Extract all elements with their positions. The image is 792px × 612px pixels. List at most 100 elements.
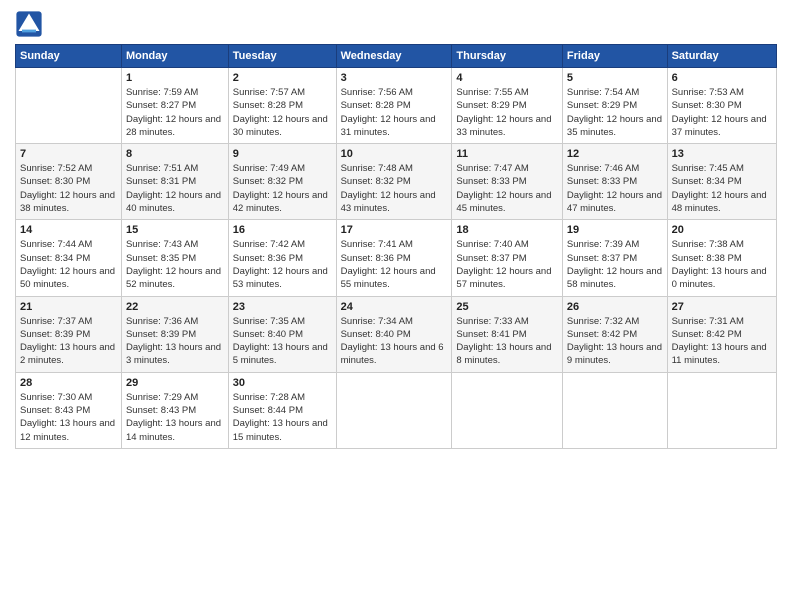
day-content: Sunrise: 7:54 AM Sunset: 8:29 PM Dayligh… <box>567 86 663 139</box>
day-number: 1 <box>126 72 224 84</box>
day-cell: 14 Sunrise: 7:44 AM Sunset: 8:34 PM Dayli… <box>16 220 122 296</box>
day-content: Sunrise: 7:53 AM Sunset: 8:30 PM Dayligh… <box>672 86 772 139</box>
day-number: 17 <box>341 224 448 236</box>
day-content: Sunrise: 7:40 AM Sunset: 8:37 PM Dayligh… <box>456 238 558 291</box>
day-content: Sunrise: 7:46 AM Sunset: 8:33 PM Dayligh… <box>567 162 663 215</box>
day-cell <box>336 372 452 448</box>
day-number: 7 <box>20 148 117 160</box>
day-number: 19 <box>567 224 663 236</box>
day-cell <box>16 68 122 144</box>
header <box>15 10 777 38</box>
day-cell: 28Sunrise: 7:30 AM Sunset: 8:43 PM Dayli… <box>16 372 122 448</box>
day-cell: 29 Sunrise: 7:29 AM Sunset: 8:43 PM Dayli… <box>121 372 228 448</box>
day-number: 20 <box>672 224 772 236</box>
day-cell: 22Sunrise: 7:36 AM Sunset: 8:39 PM Dayli… <box>121 296 228 372</box>
day-cell: 27Sunrise: 7:31 AM Sunset: 8:42 PM Dayli… <box>667 296 776 372</box>
day-number: 26 <box>567 301 663 313</box>
week-row-5: 28Sunrise: 7:30 AM Sunset: 8:43 PM Dayli… <box>16 372 777 448</box>
day-content: Sunrise: 7:37 AM Sunset: 8:39 PM Dayligh… <box>20 315 117 368</box>
day-cell: 18 Sunrise: 7:40 AM Sunset: 8:37 PM Dayli… <box>452 220 563 296</box>
header-cell-tuesday: Tuesday <box>228 45 336 68</box>
day-content: Sunrise: 7:56 AM Sunset: 8:28 PM Dayligh… <box>341 86 448 139</box>
header-cell-thursday: Thursday <box>452 45 563 68</box>
day-cell: 4Sunrise: 7:55 AM Sunset: 8:29 PM Daylig… <box>452 68 563 144</box>
day-number: 5 <box>567 72 663 84</box>
week-row-1: 1 Sunrise: 7:59 AM Sunset: 8:27 PM Daylig… <box>16 68 777 144</box>
day-number: 11 <box>456 148 558 160</box>
day-number: 8 <box>126 148 224 160</box>
day-content: Sunrise: 7:34 AM Sunset: 8:40 PM Dayligh… <box>341 315 448 368</box>
day-number: 15 <box>126 224 224 236</box>
day-number: 27 <box>672 301 772 313</box>
day-content: Sunrise: 7:51 AM Sunset: 8:31 PM Dayligh… <box>126 162 224 215</box>
day-cell: 16 Sunrise: 7:42 AM Sunset: 8:36 PM Dayli… <box>228 220 336 296</box>
day-cell <box>452 372 563 448</box>
day-cell: 13 Sunrise: 7:45 AM Sunset: 8:34 PM Dayli… <box>667 144 776 220</box>
day-content: Sunrise: 7:38 AM Sunset: 8:38 PM Dayligh… <box>672 238 772 291</box>
day-number: 30 <box>233 377 332 389</box>
day-cell: 21 Sunrise: 7:37 AM Sunset: 8:39 PM Dayli… <box>16 296 122 372</box>
day-cell <box>667 372 776 448</box>
header-cell-sunday: Sunday <box>16 45 122 68</box>
day-number: 6 <box>672 72 772 84</box>
day-number: 18 <box>456 224 558 236</box>
day-cell: 5 Sunrise: 7:54 AM Sunset: 8:29 PM Daylig… <box>562 68 667 144</box>
day-cell: 12 Sunrise: 7:46 AM Sunset: 8:33 PM Dayli… <box>562 144 667 220</box>
day-cell: 9 Sunrise: 7:49 AM Sunset: 8:32 PM Daylig… <box>228 144 336 220</box>
day-number: 3 <box>341 72 448 84</box>
day-content: Sunrise: 7:41 AM Sunset: 8:36 PM Dayligh… <box>341 238 448 291</box>
day-cell: 26 Sunrise: 7:32 AM Sunset: 8:42 PM Dayli… <box>562 296 667 372</box>
day-cell: 3 Sunrise: 7:56 AM Sunset: 8:28 PM Daylig… <box>336 68 452 144</box>
page: SundayMondayTuesdayWednesdayThursdayFrid… <box>0 0 792 612</box>
day-cell: 30 Sunrise: 7:28 AM Sunset: 8:44 PM Dayli… <box>228 372 336 448</box>
day-cell: 7 Sunrise: 7:52 AM Sunset: 8:30 PM Daylig… <box>16 144 122 220</box>
header-cell-saturday: Saturday <box>667 45 776 68</box>
day-cell: 2Sunrise: 7:57 AM Sunset: 8:28 PM Daylig… <box>228 68 336 144</box>
day-content: Sunrise: 7:29 AM Sunset: 8:43 PM Dayligh… <box>126 391 224 444</box>
day-content: Sunrise: 7:39 AM Sunset: 8:37 PM Dayligh… <box>567 238 663 291</box>
day-content: Sunrise: 7:28 AM Sunset: 8:44 PM Dayligh… <box>233 391 332 444</box>
day-cell: 6 Sunrise: 7:53 AM Sunset: 8:30 PM Daylig… <box>667 68 776 144</box>
day-cell: 20 Sunrise: 7:38 AM Sunset: 8:38 PM Dayli… <box>667 220 776 296</box>
day-number: 25 <box>456 301 558 313</box>
day-number: 10 <box>341 148 448 160</box>
header-cell-monday: Monday <box>121 45 228 68</box>
week-row-4: 21 Sunrise: 7:37 AM Sunset: 8:39 PM Dayli… <box>16 296 777 372</box>
day-content: Sunrise: 7:43 AM Sunset: 8:35 PM Dayligh… <box>126 238 224 291</box>
day-number: 29 <box>126 377 224 389</box>
header-cell-friday: Friday <box>562 45 667 68</box>
day-cell: 23Sunrise: 7:35 AM Sunset: 8:40 PM Dayli… <box>228 296 336 372</box>
day-content: Sunrise: 7:45 AM Sunset: 8:34 PM Dayligh… <box>672 162 772 215</box>
day-content: Sunrise: 7:49 AM Sunset: 8:32 PM Dayligh… <box>233 162 332 215</box>
day-content: Sunrise: 7:44 AM Sunset: 8:34 PM Dayligh… <box>20 238 117 291</box>
day-number: 2 <box>233 72 332 84</box>
logo <box>15 10 47 38</box>
week-row-3: 14 Sunrise: 7:44 AM Sunset: 8:34 PM Dayli… <box>16 220 777 296</box>
day-cell: 24Sunrise: 7:34 AM Sunset: 8:40 PM Dayli… <box>336 296 452 372</box>
day-content: Sunrise: 7:47 AM Sunset: 8:33 PM Dayligh… <box>456 162 558 215</box>
calendar-table: SundayMondayTuesdayWednesdayThursdayFrid… <box>15 44 777 449</box>
day-number: 16 <box>233 224 332 236</box>
logo-icon <box>15 10 43 38</box>
day-number: 21 <box>20 301 117 313</box>
day-content: Sunrise: 7:48 AM Sunset: 8:32 PM Dayligh… <box>341 162 448 215</box>
day-number: 28 <box>20 377 117 389</box>
day-content: Sunrise: 7:59 AM Sunset: 8:27 PM Dayligh… <box>126 86 224 139</box>
week-row-2: 7 Sunrise: 7:52 AM Sunset: 8:30 PM Daylig… <box>16 144 777 220</box>
day-number: 9 <box>233 148 332 160</box>
day-content: Sunrise: 7:33 AM Sunset: 8:41 PM Dayligh… <box>456 315 558 368</box>
day-content: Sunrise: 7:36 AM Sunset: 8:39 PM Dayligh… <box>126 315 224 368</box>
day-number: 14 <box>20 224 117 236</box>
day-cell: 17 Sunrise: 7:41 AM Sunset: 8:36 PM Dayli… <box>336 220 452 296</box>
day-cell: 19 Sunrise: 7:39 AM Sunset: 8:37 PM Dayli… <box>562 220 667 296</box>
day-content: Sunrise: 7:32 AM Sunset: 8:42 PM Dayligh… <box>567 315 663 368</box>
day-content: Sunrise: 7:35 AM Sunset: 8:40 PM Dayligh… <box>233 315 332 368</box>
day-number: 12 <box>567 148 663 160</box>
day-content: Sunrise: 7:42 AM Sunset: 8:36 PM Dayligh… <box>233 238 332 291</box>
day-cell <box>562 372 667 448</box>
day-cell: 8 Sunrise: 7:51 AM Sunset: 8:31 PM Daylig… <box>121 144 228 220</box>
day-cell: 15 Sunrise: 7:43 AM Sunset: 8:35 PM Dayli… <box>121 220 228 296</box>
day-content: Sunrise: 7:52 AM Sunset: 8:30 PM Dayligh… <box>20 162 117 215</box>
day-number: 13 <box>672 148 772 160</box>
day-number: 4 <box>456 72 558 84</box>
